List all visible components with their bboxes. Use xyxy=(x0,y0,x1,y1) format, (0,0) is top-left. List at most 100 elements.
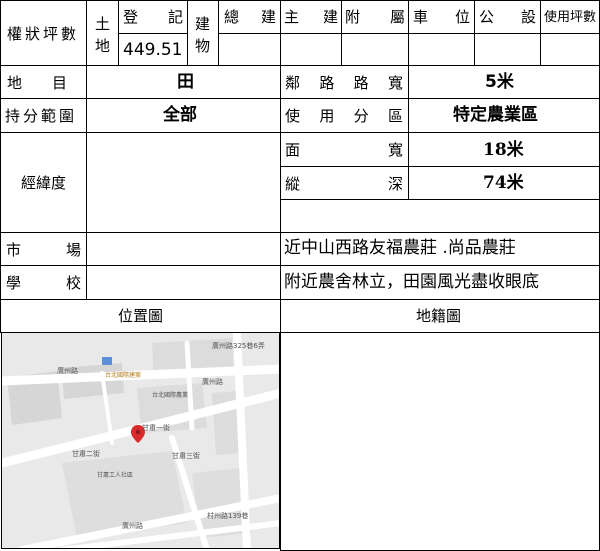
map-street-label: 廣州路325巷6弄 xyxy=(212,342,265,350)
building-bottom: 物 xyxy=(195,37,211,55)
building-cell: 建 物 xyxy=(187,0,219,66)
map-street-label: 廣州路 xyxy=(122,522,143,530)
market-label-cell: 市 場 xyxy=(0,232,87,266)
map-street-label: 廣州路 xyxy=(202,378,223,386)
road-width-value: 5米 xyxy=(485,72,514,92)
school-label-cell: 學 校 xyxy=(0,265,87,300)
frontage-char: 寬 xyxy=(387,141,403,159)
ownership-value: 全部 xyxy=(163,105,197,125)
market-label: 市 場 xyxy=(6,243,81,258)
location-map[interactable]: 廣州路 廣州路325巷6弄 廣州路 甘肅一街 甘肅二街 甘肅三街 村州路139巷… xyxy=(1,332,280,549)
zone-char: 用 xyxy=(319,107,335,125)
frontage-label: 面 寬 xyxy=(285,143,403,158)
depth-label-cell: 縱 深 xyxy=(280,166,409,200)
frontage-value: 18米 xyxy=(483,140,524,160)
frontage-value-cell: 18米 xyxy=(408,132,600,167)
total-value-cell xyxy=(218,33,281,66)
ownership-label: 持分範圍 xyxy=(5,107,78,125)
cadastral-map-label: 地籍圖 xyxy=(416,307,462,325)
map-street-label: 甘肅二街 xyxy=(72,450,100,458)
zone-value: 特定農業區 xyxy=(453,105,538,125)
frontage-char: 面 xyxy=(285,141,301,159)
land-use-label: 地 目 xyxy=(7,74,68,92)
depth-char: 深 xyxy=(387,175,403,193)
coords-label: 經緯度 xyxy=(21,174,67,192)
land-use-label-cell: 地 目 xyxy=(0,65,87,99)
annex-header-cell: 附 屬 xyxy=(341,0,409,34)
map-street-label: 村州路139巷 xyxy=(207,512,249,520)
total-header-cell: 總 建 xyxy=(218,0,281,34)
land-top: 土 xyxy=(95,15,111,33)
zone-char: 區 xyxy=(387,107,403,125)
road-width-char: 寬 xyxy=(387,74,403,92)
parking-header-cell: 車 位 xyxy=(408,0,475,34)
annex-left: 附 xyxy=(345,8,361,26)
school-value-cell: 附近農舍林立，田園風光盡收眼底 xyxy=(280,265,600,300)
road-width-char: 路 xyxy=(353,74,369,92)
map-street-label: 甘肅一街 xyxy=(142,424,170,432)
cadastral-map-label-cell: 地籍圖 xyxy=(280,299,600,333)
usage-area-label: 使用坪數 xyxy=(544,10,597,25)
main-value-cell xyxy=(280,33,342,66)
register-header-cell: 登 記 xyxy=(118,0,188,34)
main-left: 主 xyxy=(284,8,300,26)
land-cell: 土 地 xyxy=(86,0,119,66)
parking-right: 位 xyxy=(454,8,470,26)
market-value-cell: 近中山西路友福農莊 .尚品農莊 xyxy=(280,232,600,266)
school-value: 附近農舍林立，田園風光盡收眼底 xyxy=(284,272,539,292)
road-width-char: 鄰 xyxy=(285,74,301,92)
common-right: 設 xyxy=(520,8,536,26)
market-middle-cell xyxy=(86,232,281,266)
zone-char: 分 xyxy=(353,107,369,125)
zone-label-cell: 使 用 分 區 xyxy=(280,98,409,133)
parking-value-cell xyxy=(408,33,475,66)
map-poi-label: 甘肅工人社區 xyxy=(97,472,134,479)
zone-label: 使 用 分 區 xyxy=(285,109,403,124)
total-right: 建 xyxy=(260,8,276,26)
road-width-char: 路 xyxy=(319,74,335,92)
land-area-cell: 449.51 xyxy=(118,33,188,66)
parking-left: 車 xyxy=(413,8,429,26)
depth-value-cell: 74米 xyxy=(408,166,600,200)
annex-right: 屬 xyxy=(389,8,405,26)
common-value-cell xyxy=(474,33,541,66)
total-left: 總 xyxy=(224,8,240,26)
market-char: 市 xyxy=(6,241,22,259)
location-map-label: 位置圖 xyxy=(118,307,164,325)
common-header-cell: 公 設 xyxy=(474,0,541,34)
market-char: 場 xyxy=(65,241,81,259)
frontage-label-cell: 面 寬 xyxy=(280,132,409,167)
road-width-label-cell: 鄰 路 路 寬 xyxy=(280,65,409,99)
school-middle-cell xyxy=(86,265,281,300)
coords-value-cell xyxy=(86,132,281,233)
register-left: 登 xyxy=(123,8,139,26)
market-value: 近中山西路友福農莊 .尚品農莊 xyxy=(284,238,516,258)
usage-header-cell: 使用坪數 xyxy=(540,0,600,34)
school-label: 學 校 xyxy=(6,276,81,291)
annex-value-cell xyxy=(341,33,409,66)
ownership-value-cell: 全部 xyxy=(86,98,281,133)
zone-value-cell: 特定農業區 xyxy=(408,98,600,133)
common-left: 公 xyxy=(479,8,495,26)
coords-label-cell: 經緯度 xyxy=(0,132,87,233)
ownership-label-cell: 持分範圍 xyxy=(0,98,87,133)
map-street-label: 廣州路 xyxy=(57,367,78,375)
land-bottom: 地 xyxy=(95,37,111,55)
depth-label: 縱 深 xyxy=(285,177,403,192)
road-width-label: 鄰 路 路 寬 xyxy=(285,76,403,91)
usage-value-cell xyxy=(540,33,600,66)
area-title: 權狀坪數 xyxy=(7,25,80,43)
land-use-value: 田 xyxy=(177,72,194,92)
area-title-cell: 權狀坪數 xyxy=(0,0,87,66)
cadastral-map-area xyxy=(280,332,600,551)
blank-right-cell xyxy=(280,199,600,233)
map-poi-label: 台北國際農業 xyxy=(152,392,189,399)
school-char: 學 xyxy=(6,274,22,292)
school-char: 校 xyxy=(65,274,81,292)
register-right: 記 xyxy=(167,8,183,26)
land-area-value: 449.51 xyxy=(123,40,183,60)
map-street-label: 甘肅三街 xyxy=(172,452,200,460)
zone-char: 使 xyxy=(285,107,301,125)
building-top: 建 xyxy=(195,15,211,33)
land-use-value-cell: 田 xyxy=(86,65,281,99)
